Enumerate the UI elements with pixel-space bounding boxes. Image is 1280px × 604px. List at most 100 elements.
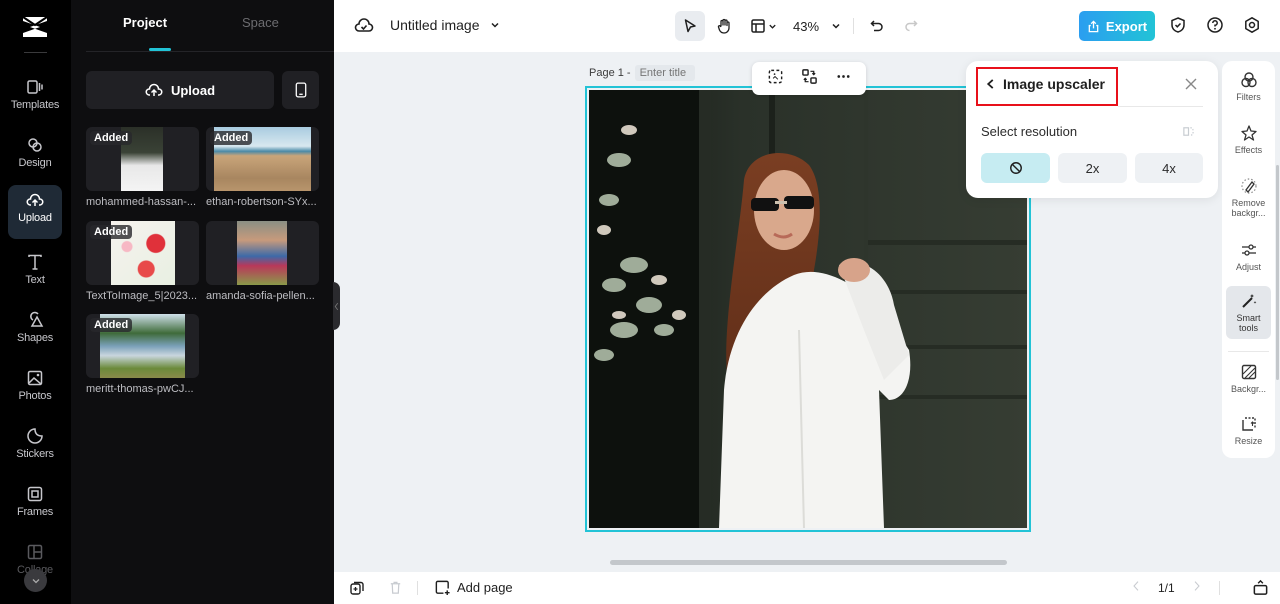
added-badge: Added [90, 225, 133, 239]
tool-background[interactable]: Backgr... [1226, 363, 1271, 394]
rail-item-upload[interactable]: Upload [8, 185, 62, 239]
next-page-button[interactable] [1193, 580, 1201, 595]
upload-from-phone-button[interactable] [282, 71, 319, 109]
adjust-sliders-icon [1241, 244, 1256, 256]
asset-item[interactable]: Added TextToImage_5|2023... [86, 221, 199, 302]
app: Templates Design Upload Text Shapes Phot… [0, 0, 1280, 604]
tool-adjust[interactable]: Adjust [1226, 241, 1271, 272]
upload-cloud-icon [26, 193, 44, 206]
layout-menu-button[interactable] [745, 11, 781, 41]
trash-icon [390, 581, 401, 594]
right-strip-scrollbar[interactable] [1276, 165, 1279, 380]
security-shield-button[interactable] [1168, 15, 1188, 35]
upload-button[interactable]: Upload [86, 71, 274, 109]
page-pager: 1/1 [1132, 580, 1220, 595]
shapes-icon [30, 311, 44, 327]
undo-button[interactable] [862, 11, 892, 41]
help-button[interactable] [1205, 15, 1225, 35]
more-options-button[interactable] [835, 68, 852, 90]
smart-crop-icon [768, 69, 782, 83]
tool-effects[interactable]: Effects [1226, 124, 1271, 155]
tool-filters[interactable]: Filters [1226, 71, 1271, 102]
right-tools-strip: Filters Effects Remove backgr... Adjust … [1222, 61, 1275, 458]
rail-more-button[interactable] [24, 569, 47, 592]
canvas-horizontal-scrollbar[interactable] [610, 560, 1007, 565]
chevron-down-icon [32, 578, 39, 583]
frames-icon [27, 486, 43, 502]
tool-label: Resize [1234, 436, 1263, 446]
capcut-logo-icon[interactable] [20, 14, 50, 40]
rail-item-photos[interactable]: Photos [8, 363, 62, 417]
rail-item-templates[interactable]: Templates [8, 72, 62, 126]
upscaler-back-button[interactable]: Image upscaler [986, 76, 1105, 92]
asset-thumbnail[interactable]: Added [86, 221, 199, 285]
smart-crop-button[interactable] [767, 68, 784, 90]
left-nav-rail: Templates Design Upload Text Shapes Phot… [0, 0, 71, 604]
rail-item-frames[interactable]: Frames [8, 479, 62, 533]
rail-item-stickers[interactable]: Stickers [8, 421, 62, 475]
rail-item-design[interactable]: Design [8, 130, 62, 184]
tab-space[interactable]: Space [242, 15, 279, 30]
chevron-down-icon [768, 24, 776, 29]
undo-icon [870, 20, 883, 32]
page-title-input[interactable] [634, 65, 695, 81]
tab-project[interactable]: Project [123, 15, 167, 30]
asset-thumbnail[interactable]: Added [86, 314, 199, 378]
add-page-button[interactable]: Add page [434, 579, 513, 596]
resize-icon [1241, 417, 1256, 431]
canvas-photo[interactable] [589, 90, 1027, 528]
canvas-tools: 43% [675, 11, 926, 41]
zoom-level[interactable]: 43% [793, 19, 819, 34]
close-upscaler-button[interactable] [1184, 77, 1198, 96]
rail-item-shapes[interactable]: Shapes [8, 305, 62, 359]
upload-label: Upload [170, 82, 216, 98]
zoom-dropdown-chevron-icon[interactable] [831, 21, 841, 31]
tool-label: Backgr... [1230, 384, 1266, 394]
tool-remove-background[interactable]: Remove backgr... [1226, 177, 1271, 218]
image-upscaler-panel: Image upscaler Select resolution 2x 4x [966, 61, 1218, 198]
hand-tool-button[interactable] [709, 11, 739, 41]
export-button[interactable]: Export [1079, 11, 1155, 41]
duplicate-page-button[interactable] [349, 580, 365, 596]
previous-page-button[interactable] [1132, 580, 1140, 595]
rail-label: Shapes [16, 332, 54, 344]
photos-icon [27, 370, 43, 386]
effects-star-icon [1240, 125, 1257, 141]
replace-button[interactable] [801, 68, 818, 90]
rail-item-text[interactable]: Text [8, 247, 62, 301]
child-photo-thumbnail [237, 221, 287, 285]
tool-resize[interactable]: Resize [1226, 415, 1271, 446]
settings-button[interactable] [1242, 15, 1262, 35]
asset-thumbnail[interactable] [206, 221, 319, 285]
asset-name: amanda-sofia-pellen... [206, 290, 315, 302]
rail-label: Templates [10, 99, 60, 111]
rail-label: Stickers [16, 448, 54, 460]
collage-icon [27, 544, 43, 560]
rail-label: Frames [16, 506, 54, 518]
resolution-option-4x[interactable]: 4x [1135, 153, 1203, 183]
add-page-icon [435, 580, 450, 596]
asset-item[interactable]: Added meritt-thomas-pwCJ... [86, 314, 199, 395]
asset-thumbnail[interactable]: Added [86, 127, 199, 191]
collapse-panel-handle[interactable] [333, 282, 340, 330]
asset-item[interactable]: amanda-sofia-pellen... [206, 221, 319, 302]
document-title[interactable]: Untitled image [354, 16, 500, 34]
delete-page-button[interactable] [388, 580, 403, 595]
chevron-left-icon [986, 79, 994, 89]
asset-item[interactable]: Added mohammed-hassan-... [86, 127, 199, 208]
tool-smart-tools[interactable]: Smart tools [1226, 286, 1271, 339]
asset-thumbnail[interactable]: Added [206, 127, 319, 191]
resolution-option-2x[interactable]: 2x [1058, 153, 1127, 183]
compare-icon [1183, 127, 1194, 136]
export-label: Export [1105, 18, 1148, 34]
more-horizontal-icon [836, 74, 850, 78]
redo-button[interactable] [896, 11, 926, 41]
asset-item[interactable]: Added ethan-robertson-SYx... [206, 127, 319, 208]
expand-pages-button[interactable] [1252, 579, 1269, 596]
chevron-left-icon [1133, 581, 1139, 591]
compare-toggle[interactable] [1182, 125, 1195, 143]
added-badge: Added [90, 318, 133, 332]
select-tool-button[interactable] [675, 11, 705, 41]
tool-label: Remove backgr... [1231, 198, 1266, 218]
resolution-option-none[interactable] [981, 153, 1050, 183]
